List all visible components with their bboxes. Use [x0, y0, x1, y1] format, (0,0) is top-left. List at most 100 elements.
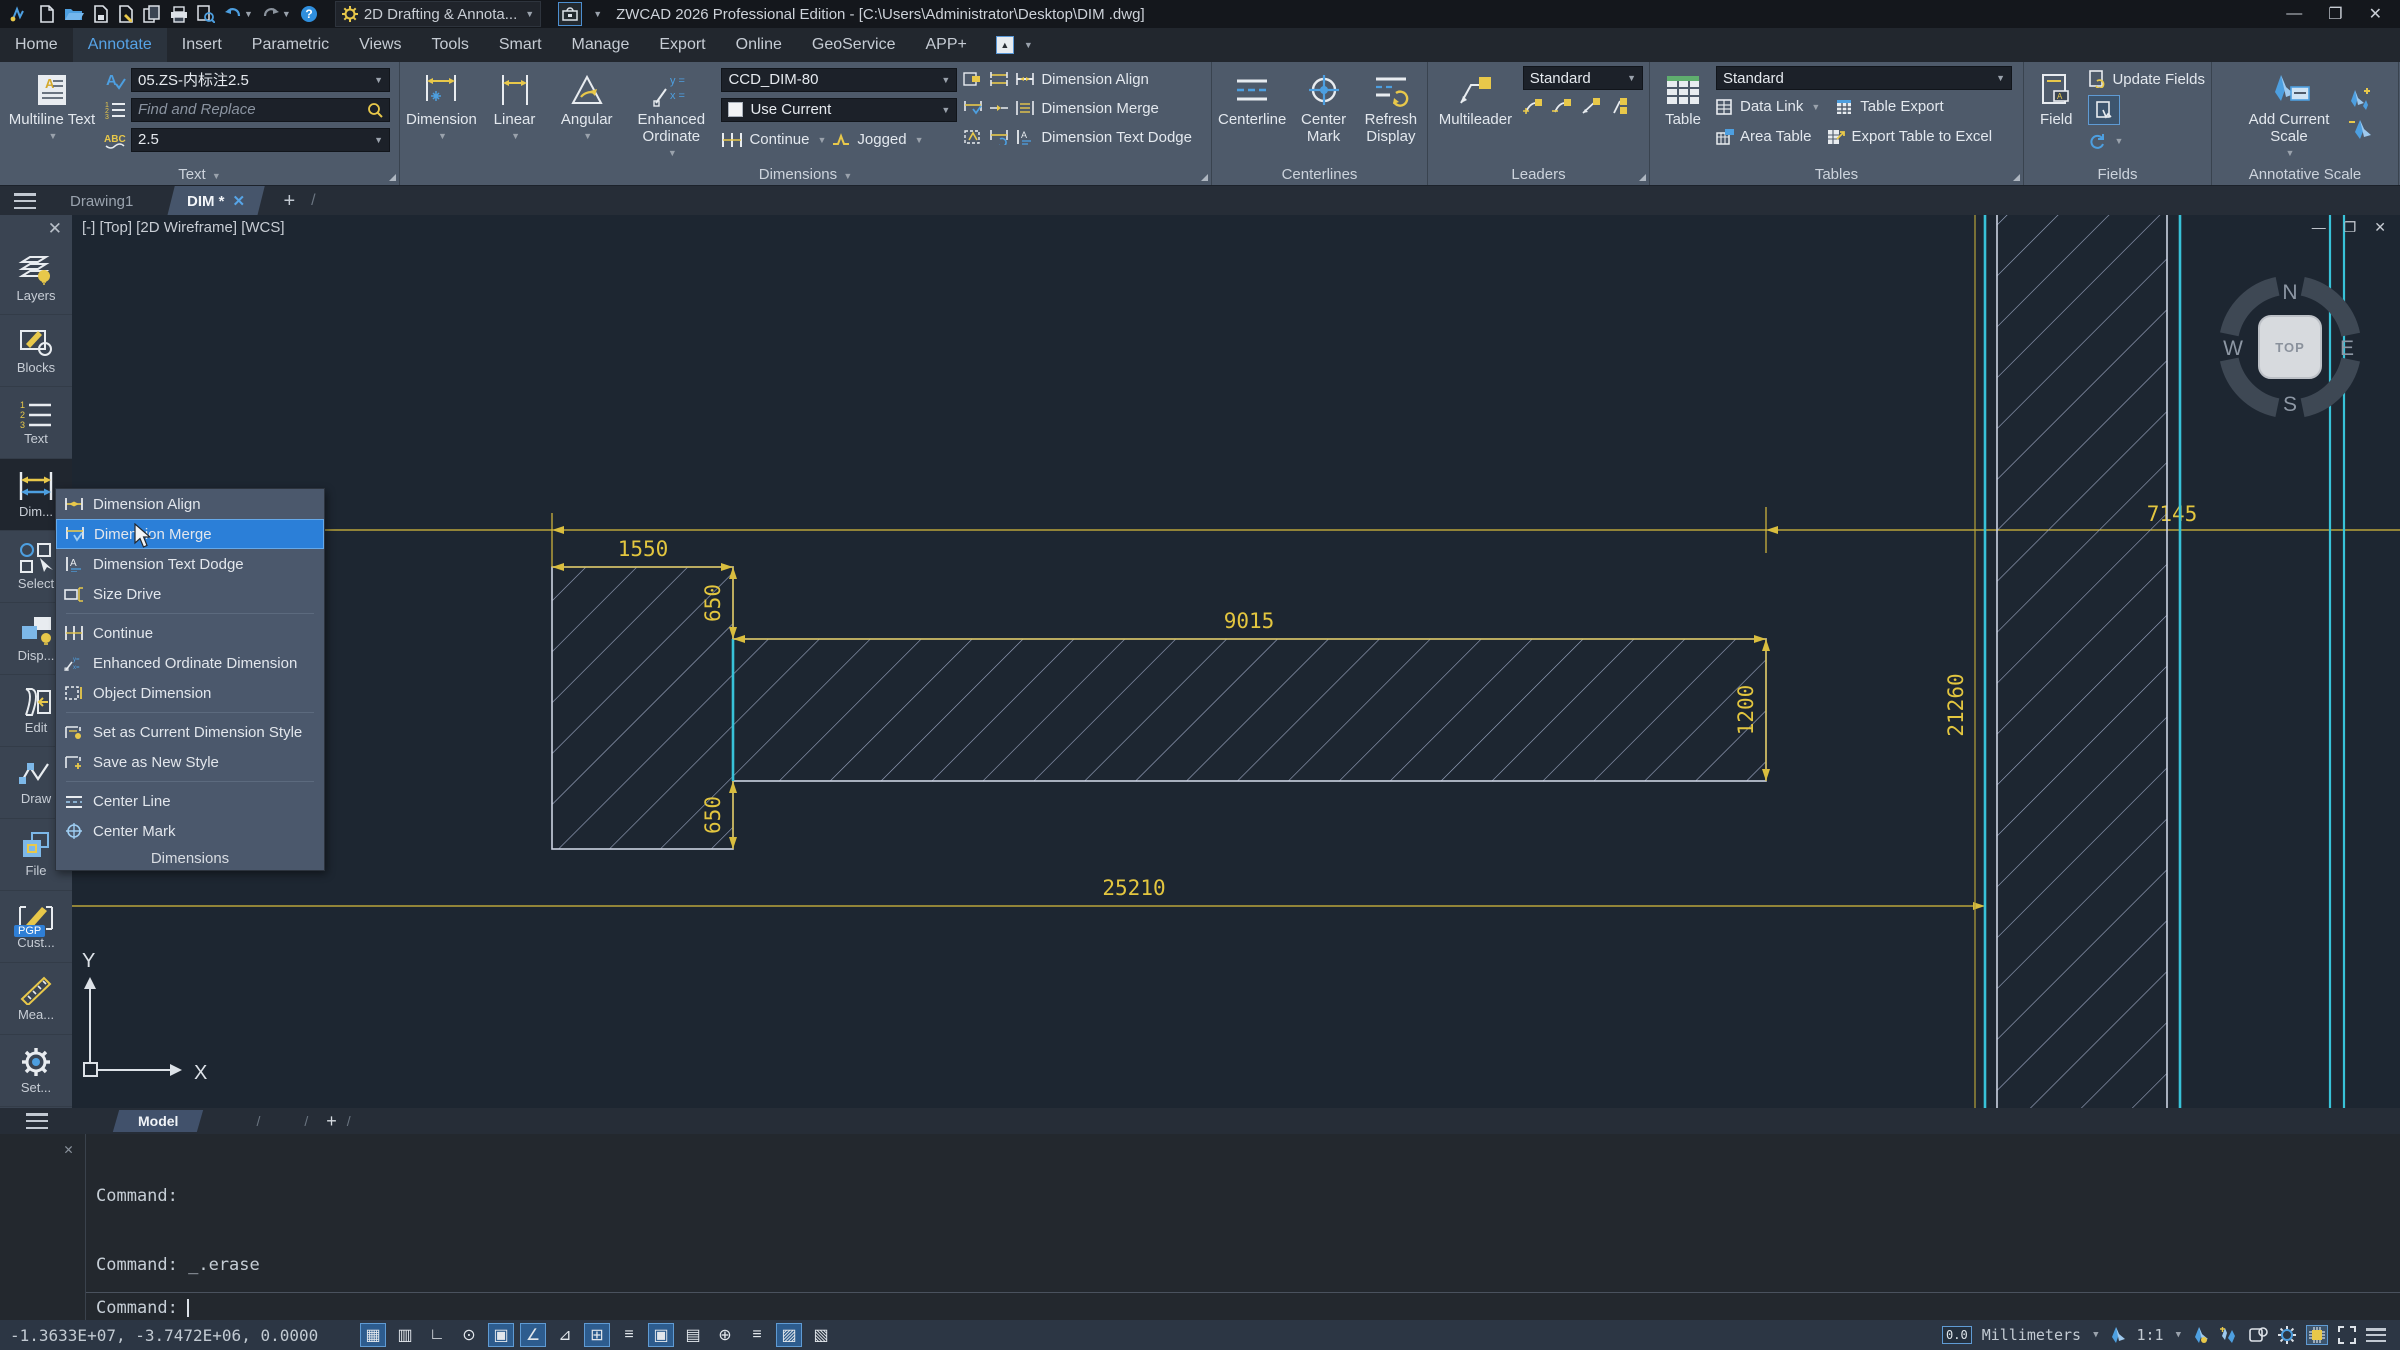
- collect-leader-icon[interactable]: [1610, 97, 1630, 115]
- add-leader-icon[interactable]: [1523, 97, 1543, 115]
- object-snap-toggle[interactable]: ▣: [488, 1323, 514, 1347]
- window-minimize-button[interactable]: —: [2286, 5, 2302, 23]
- table-export-button[interactable]: Table Export: [1836, 94, 1943, 120]
- dimensions-panel-label[interactable]: Dimensions ▼: [400, 166, 1211, 183]
- window-close-button[interactable]: ✕: [2369, 4, 2382, 24]
- enhanced-ordinate-button[interactable]: y =x = Enhanced Ordinate▼: [627, 66, 715, 162]
- menu-home[interactable]: Home: [0, 28, 73, 62]
- annotation-visibility-icon[interactable]: [2191, 1326, 2209, 1344]
- units-display[interactable]: Millimeters: [1982, 1326, 2081, 1344]
- copy-icon[interactable]: [143, 5, 161, 23]
- help-icon[interactable]: ?: [300, 5, 318, 23]
- ortho-toggle[interactable]: ∟: [424, 1323, 450, 1347]
- dim-layer-dropdown[interactable]: Use Current▼: [721, 98, 957, 122]
- multileader-style-dropdown[interactable]: Standard▼: [1523, 66, 1643, 90]
- selection-cycling-toggle[interactable]: ⊕: [712, 1323, 738, 1347]
- compass-w[interactable]: W: [2223, 337, 2243, 360]
- align-leader-icon[interactable]: [1581, 97, 1601, 115]
- angular-dimension-button[interactable]: Angular▼: [552, 66, 621, 162]
- command-input[interactable]: Command:: [96, 1298, 189, 1318]
- save-as-icon[interactable]: [118, 5, 134, 23]
- dim-1200[interactable]: 1200: [1734, 685, 1758, 736]
- drawing-canvas[interactable]: [-] [Top] [2D Wireframe] [WCS] — ❐ ✕ 714…: [72, 215, 2400, 1108]
- command-line-panel[interactable]: ✕ Command: Command: _.erase 1 found Comm…: [0, 1134, 2400, 1320]
- ctx-dimension-merge[interactable]: Dimension Merge: [56, 519, 324, 549]
- dimensions-dialog-launcher[interactable]: [1201, 174, 1208, 181]
- menu-smart[interactable]: Smart: [484, 28, 557, 62]
- add-layout-button[interactable]: +: [326, 1111, 337, 1132]
- use-current-checkbox[interactable]: [728, 102, 743, 117]
- tab-drawing1[interactable]: Drawing1: [54, 186, 149, 216]
- compass-n[interactable]: N: [2282, 281, 2297, 304]
- dim-1550[interactable]: 1550: [618, 537, 669, 561]
- menu-manage[interactable]: Manage: [557, 28, 645, 62]
- delete-scales-icon[interactable]: [2347, 118, 2373, 140]
- dimension-align-button[interactable]: Dimension Align: [1041, 71, 1149, 88]
- compass-e[interactable]: E: [2340, 337, 2354, 360]
- annotation-scale-value[interactable]: 1:1: [2136, 1326, 2163, 1344]
- menu-online[interactable]: Online: [721, 28, 797, 62]
- tables-dialog-launcher[interactable]: [2013, 174, 2020, 181]
- tab-close-icon[interactable]: ✕: [233, 192, 246, 210]
- fields-panel-label[interactable]: Fields: [2024, 166, 2211, 183]
- jogged-dimension-button[interactable]: Jogged▼: [831, 127, 923, 153]
- multileader-button[interactable]: Multileader: [1434, 66, 1517, 128]
- toolbox-icon[interactable]: [558, 2, 582, 26]
- sidebar-close-icon[interactable]: ✕: [48, 219, 62, 239]
- status-gear-icon[interactable]: [2278, 1326, 2296, 1344]
- update-fields-button[interactable]: Update Fields: [2088, 66, 2205, 92]
- text-style-dropdown[interactable]: 05.ZS-内标注2.5▼: [131, 68, 390, 92]
- tab-dim[interactable]: DIM *✕: [168, 186, 266, 216]
- grid-toggle[interactable]: ▦: [360, 1323, 386, 1347]
- ribbon-collapse-icon[interactable]: ▲: [996, 36, 1014, 54]
- window-maximize-button[interactable]: ❐: [2328, 4, 2342, 24]
- coordinates-display[interactable]: -1.3633E+07, -3.7472E+06, 0.0000: [0, 1326, 360, 1345]
- command-close-icon[interactable]: ✕: [64, 1140, 73, 1158]
- dynamic-ucs-toggle[interactable]: ⊞: [584, 1323, 610, 1347]
- hardware-acceleration-icon[interactable]: [2306, 1325, 2328, 1345]
- open-file-icon[interactable]: [64, 6, 84, 22]
- doc-menu-icon[interactable]: [14, 193, 36, 209]
- status-menu-icon[interactable]: [2366, 1328, 2386, 1342]
- annotation-monitor-toggle[interactable]: ≡: [744, 1323, 770, 1347]
- annotation-scale-icon[interactable]: [2108, 1326, 2126, 1344]
- sidebar-item-text[interactable]: 123 Text: [0, 387, 72, 459]
- field-button[interactable]: A Field: [2030, 66, 2082, 154]
- print-icon[interactable]: [170, 6, 188, 23]
- menu-annotate[interactable]: Annotate: [73, 28, 167, 62]
- new-tab-button[interactable]: +: [283, 190, 295, 213]
- export-excel-button[interactable]: Export Table to Excel: [1827, 124, 1992, 150]
- sidebar-item-measure[interactable]: Mea...: [0, 963, 72, 1035]
- dim-650-top[interactable]: 650: [701, 584, 725, 622]
- compass-s[interactable]: S: [2283, 393, 2297, 416]
- area-table-button[interactable]: Area Table: [1716, 124, 1811, 150]
- annotative-panel-label[interactable]: Annotative Scale: [2212, 166, 2398, 183]
- qat-overflow-caret[interactable]: ▼: [593, 9, 602, 19]
- switch-space-icon[interactable]: [2249, 1326, 2268, 1344]
- dim-9015[interactable]: 9015: [1224, 609, 1275, 633]
- centerlines-panel-label[interactable]: Centerlines: [1212, 166, 1427, 183]
- dimension-merge-button[interactable]: Dimension Merge: [1041, 100, 1159, 117]
- isolate-objects-toggle[interactable]: ▧: [808, 1323, 834, 1347]
- table-style-dropdown[interactable]: Standard▼: [1716, 66, 2012, 90]
- tables-panel-label[interactable]: Tables: [1650, 166, 2023, 183]
- dim-21260[interactable]: 21260: [1944, 673, 1968, 736]
- snap-toggle[interactable]: ▥: [392, 1323, 418, 1347]
- ctx-object-dimension[interactable]: Object Dimension: [56, 678, 324, 708]
- text-height-dropdown[interactable]: 2.5▼: [131, 128, 390, 152]
- ctx-enhanced-ordinate[interactable]: y=x= Enhanced Ordinate Dimension: [56, 648, 324, 678]
- drawing-entities[interactable]: 7145 25210 1550 650: [72, 215, 2400, 1108]
- continue-dimension-button[interactable]: Continue▼: [721, 127, 826, 153]
- precision-display[interactable]: 0.0: [1942, 1326, 1972, 1344]
- layout-menu-icon[interactable]: [26, 1113, 48, 1129]
- ctx-center-mark[interactable]: Center Mark: [56, 816, 324, 846]
- transparency-toggle[interactable]: ▣: [648, 1323, 674, 1347]
- add-scales-icon[interactable]: [2347, 88, 2373, 110]
- angle-snap-toggle[interactable]: ∠: [520, 1323, 546, 1347]
- menu-export[interactable]: Export: [644, 28, 720, 62]
- add-current-scale-button[interactable]: Add Current Scale▼: [2237, 66, 2341, 162]
- text-panel-label[interactable]: Text ▼: [0, 166, 399, 183]
- menu-geoservice[interactable]: GeoService: [797, 28, 911, 62]
- sidebar-item-customize[interactable]: PGP Cust...: [0, 891, 72, 963]
- ctx-dimension-text-dodge[interactable]: A Dimension Text Dodge: [56, 549, 324, 579]
